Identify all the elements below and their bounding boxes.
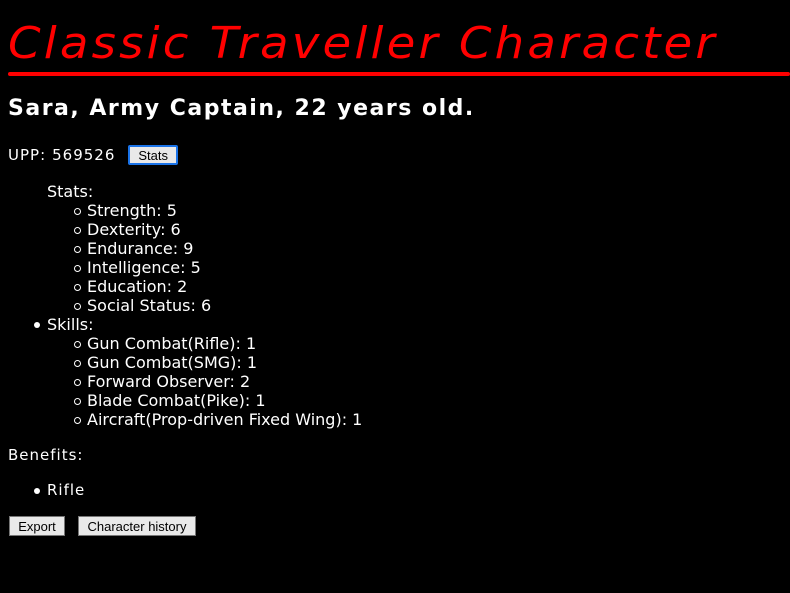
circle-bullet-icon: [74, 227, 81, 234]
character-history-button[interactable]: Character history: [78, 516, 196, 536]
disc-bullet-icon: [34, 488, 40, 494]
circle-bullet-icon: [74, 208, 81, 215]
title-divider: [8, 72, 790, 76]
stat-item: Endurance: 9: [87, 239, 194, 258]
circle-bullet-icon: [74, 246, 81, 253]
skills-label: Skills:: [47, 315, 94, 334]
stat-item: Intelligence: 5: [87, 258, 201, 277]
stat-item: Education: 2: [87, 277, 188, 296]
upp-value: 569526: [52, 146, 116, 164]
circle-bullet-icon: [74, 398, 81, 405]
circle-bullet-icon: [74, 265, 81, 272]
skill-item: Forward Observer: 2: [87, 372, 251, 391]
upp-label: UPP:: [8, 146, 47, 164]
skill-item: Aircraft(Prop-driven Fixed Wing): 1: [87, 410, 363, 429]
benefit-item: Rifle: [47, 481, 86, 499]
circle-bullet-icon: [74, 284, 81, 291]
stat-item: Dexterity: 6: [87, 220, 181, 239]
skill-item: Gun Combat(SMG): 1: [87, 353, 258, 372]
skill-item: Gun Combat(Rifle): 1: [87, 334, 257, 353]
stat-item: Strength: 5: [87, 201, 177, 220]
stat-item: Social Status: 6: [87, 296, 212, 315]
circle-bullet-icon: [74, 417, 81, 424]
character-summary: Sara, Army Captain, 22 years old.: [8, 96, 475, 121]
page-title: Classic Traveller Character: [8, 18, 718, 69]
skill-item: Blade Combat(Pike): 1: [87, 391, 266, 410]
circle-bullet-icon: [74, 341, 81, 348]
stats-label: Stats:: [47, 182, 94, 201]
circle-bullet-icon: [74, 379, 81, 386]
stats-button[interactable]: Stats: [128, 145, 179, 165]
benefits-label: Benefits:: [8, 446, 84, 464]
circle-bullet-icon: [74, 360, 81, 367]
circle-bullet-icon: [74, 303, 81, 310]
upp-line: UPP: 569526 Stats: [8, 144, 179, 166]
export-button[interactable]: Export: [9, 516, 65, 536]
disc-bullet-icon: [34, 322, 40, 328]
